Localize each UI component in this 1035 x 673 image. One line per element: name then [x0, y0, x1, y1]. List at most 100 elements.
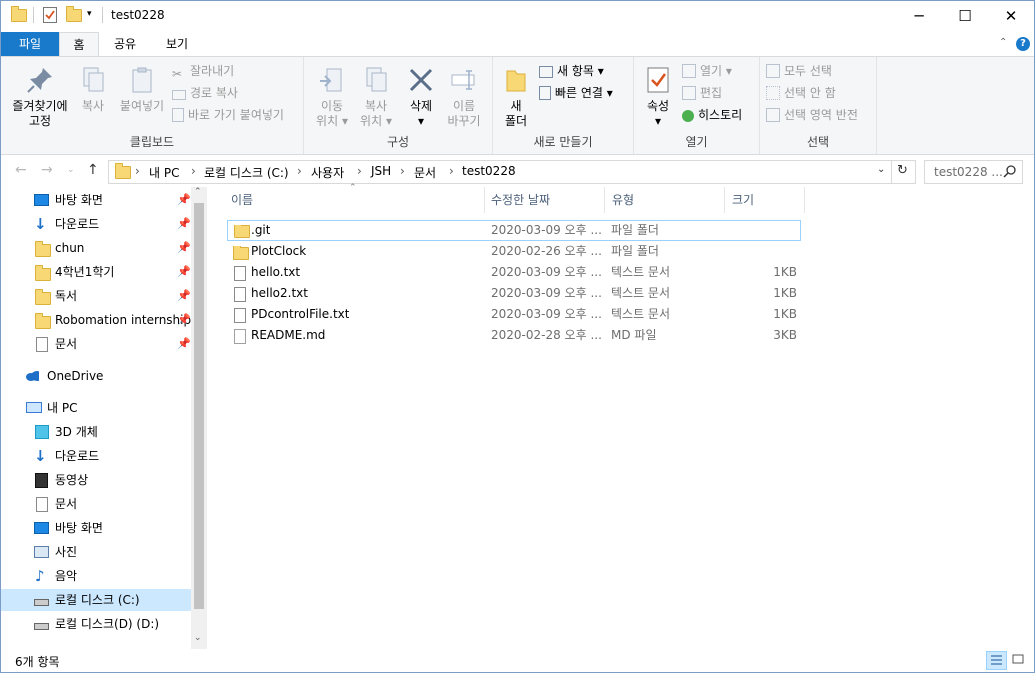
select-none-button[interactable]: 선택 안 함	[766, 83, 836, 103]
collapse-ribbon-icon[interactable]: ⌃	[999, 37, 1007, 48]
paste-button[interactable]: 붙여넣기	[115, 61, 169, 114]
pin-icon[interactable]: 📌	[177, 333, 191, 355]
column-divider[interactable]	[484, 187, 485, 213]
nav-item-3d-objects[interactable]: 3D 개체	[1, 421, 191, 443]
nav-item-desktop[interactable]: 바탕 화면 📌	[1, 189, 191, 211]
help-icon[interactable]: ?	[1016, 37, 1030, 51]
history-button[interactable]: 히스토리	[682, 105, 742, 125]
table-row[interactable]: PDcontrolFile.txt 2020-03-09 오후 ... 텍스트 …	[227, 304, 801, 325]
table-row[interactable]: hello.txt 2020-03-09 오후 ... 텍스트 문서 1KB	[227, 262, 801, 283]
up-arrow-icon[interactable]: ↑	[87, 162, 99, 178]
tab-share[interactable]: 공유	[103, 32, 147, 56]
computer-icon	[26, 402, 42, 413]
new-folder-quick-icon[interactable]	[66, 6, 82, 25]
nav-item-local-disk-d[interactable]: 로컬 디스크(D) (D:)	[1, 613, 191, 635]
scroll-down-icon[interactable]: ⌄	[194, 633, 202, 643]
breadcrumb-documents[interactable]: 문서	[414, 164, 436, 181]
nav-item-reading[interactable]: 독서 📌	[1, 285, 191, 307]
tab-view[interactable]: 보기	[155, 32, 199, 56]
breadcrumb-jsh[interactable]: JSH	[371, 164, 391, 178]
column-divider[interactable]	[604, 187, 605, 213]
table-row[interactable]: hello2.txt 2020-03-09 오후 ... 텍스트 문서 1KB	[227, 283, 801, 304]
nav-item-pictures[interactable]: 사진	[1, 541, 191, 563]
pin-icon[interactable]: 📌	[177, 213, 191, 235]
table-row[interactable]: .git 2020-03-09 오후 ... 파일 폴더	[227, 220, 801, 241]
search-box[interactable]: test0228 ...	[924, 160, 1023, 184]
breadcrumb-local-disk[interactable]: 로컬 디스크 (C:)	[204, 164, 289, 181]
details-view-icon[interactable]	[986, 651, 1007, 670]
new-folder-button[interactable]: 새 폴더	[499, 61, 533, 129]
paste-shortcut-button[interactable]: 바로 가기 붙여넣기	[172, 105, 284, 125]
new-item-button[interactable]: 새 항목 ▾	[539, 61, 604, 81]
nav-item-pc-documents[interactable]: 문서	[1, 493, 191, 515]
pin-icon[interactable]: 📌	[177, 285, 191, 307]
nav-item-chun[interactable]: chun 📌	[1, 237, 191, 259]
breadcrumb-this-pc[interactable]: 내 PC	[149, 164, 179, 181]
properties-quick-icon[interactable]	[43, 7, 57, 26]
nav-label: 사진	[55, 545, 78, 559]
copy-to-button[interactable]: 복사 위치 ▾	[354, 61, 398, 129]
column-header-type[interactable]: 유형	[612, 187, 634, 213]
quick-access-dropdown-icon[interactable]: ▾	[87, 9, 92, 19]
select-all-label: 모두 선택	[784, 64, 832, 78]
forward-arrow-icon[interactable]: →	[41, 162, 53, 178]
pin-icon[interactable]: 📌	[177, 189, 191, 211]
maximize-button[interactable]: ☐	[942, 1, 988, 32]
recent-locations-icon[interactable]: ⌄	[67, 165, 75, 175]
tab-file[interactable]: 파일	[1, 32, 59, 56]
address-dropdown-icon[interactable]: ⌄	[877, 164, 885, 175]
nav-label: 바탕 화면	[55, 193, 103, 207]
nav-item-music[interactable]: ♪ 음악	[1, 565, 191, 587]
select-all-button[interactable]: 모두 선택	[766, 61, 832, 81]
minimize-button[interactable]: ─	[896, 1, 942, 32]
nav-item-documents[interactable]: 문서 📌	[1, 333, 191, 355]
tab-home[interactable]: 홈	[59, 32, 99, 57]
nav-item-robomation[interactable]: Robomation internship 📌	[1, 309, 191, 331]
column-header-size[interactable]: 크기	[732, 187, 754, 213]
table-row[interactable]: README.md 2020-02-28 오후 ... MD 파일 3KB	[227, 325, 801, 346]
search-input[interactable]: test0228 ...	[934, 165, 1003, 179]
ribbon-tabs: 파일 홈 공유 보기 ⌃ ?	[1, 32, 1034, 57]
column-header-modified[interactable]: 수정한 날짜	[491, 187, 550, 213]
nav-item-downloads[interactable]: ↓ 다운로드 📌	[1, 213, 191, 235]
column-divider[interactable]	[804, 187, 805, 213]
rename-button[interactable]: 이름 바꾸기	[442, 61, 486, 129]
refresh-icon[interactable]: ↻	[897, 163, 908, 178]
properties-button[interactable]: 속성 ▾	[640, 61, 676, 129]
pin-icon[interactable]: 📌	[177, 261, 191, 283]
copy-path-button[interactable]: 경로 복사	[172, 83, 238, 103]
edit-button[interactable]: 편집	[682, 83, 722, 103]
large-icons-view-icon[interactable]	[1011, 652, 1025, 666]
nav-item-pc-desktop[interactable]: 바탕 화면	[1, 517, 191, 539]
nav-item-onedrive[interactable]: OneDrive	[1, 365, 191, 387]
nav-item-pc-downloads[interactable]: ↓ 다운로드	[1, 445, 191, 467]
pin-icon[interactable]: 📌	[177, 309, 191, 331]
back-arrow-icon[interactable]: ←	[15, 162, 27, 178]
column-divider[interactable]	[724, 187, 725, 213]
nav-item-local-disk-c[interactable]: 로컬 디스크 (C:)	[1, 589, 191, 611]
cut-button[interactable]: ✂ 잘라내기	[172, 61, 234, 81]
pin-quick-access-button[interactable]: 즐겨찾기에 고정	[5, 61, 75, 129]
scrollbar-thumb[interactable]	[194, 203, 204, 609]
cloud-icon	[26, 371, 39, 381]
move-to-button[interactable]: 이동 위치 ▾	[310, 61, 354, 129]
music-note-icon: ♪	[35, 567, 45, 585]
table-row[interactable]: PlotClock 2020-02-26 오후 ... 파일 폴더	[227, 241, 801, 262]
column-header-name[interactable]: 이름	[231, 187, 253, 213]
copy-button[interactable]: 복사	[73, 61, 113, 114]
close-button[interactable]: ✕	[988, 1, 1034, 32]
search-icon[interactable]	[1003, 165, 1016, 178]
delete-button[interactable]: 삭제 ▾	[401, 61, 441, 129]
navigation-scrollbar[interactable]: ⌃ ⌄	[191, 187, 207, 649]
open-button[interactable]: 열기 ▾	[682, 61, 732, 81]
breadcrumb-users[interactable]: 사용자	[311, 164, 344, 181]
invert-selection-button[interactable]: 선택 영역 반전	[766, 105, 858, 125]
scroll-up-icon[interactable]: ⌃	[194, 187, 202, 197]
pin-icon[interactable]: 📌	[177, 237, 191, 259]
easy-access-button[interactable]: 빠른 연결 ▾	[539, 83, 613, 103]
breadcrumb-current[interactable]: test0228	[462, 164, 516, 178]
address-bar[interactable]: › 내 PC › 로컬 디스크 (C:) › 사용자 › JSH › 문서 › …	[108, 160, 916, 184]
nav-item-videos[interactable]: 동영상	[1, 469, 191, 491]
nav-item-4th-year[interactable]: 4학년1학기 📌	[1, 261, 191, 283]
nav-item-this-pc[interactable]: 내 PC	[1, 397, 191, 419]
